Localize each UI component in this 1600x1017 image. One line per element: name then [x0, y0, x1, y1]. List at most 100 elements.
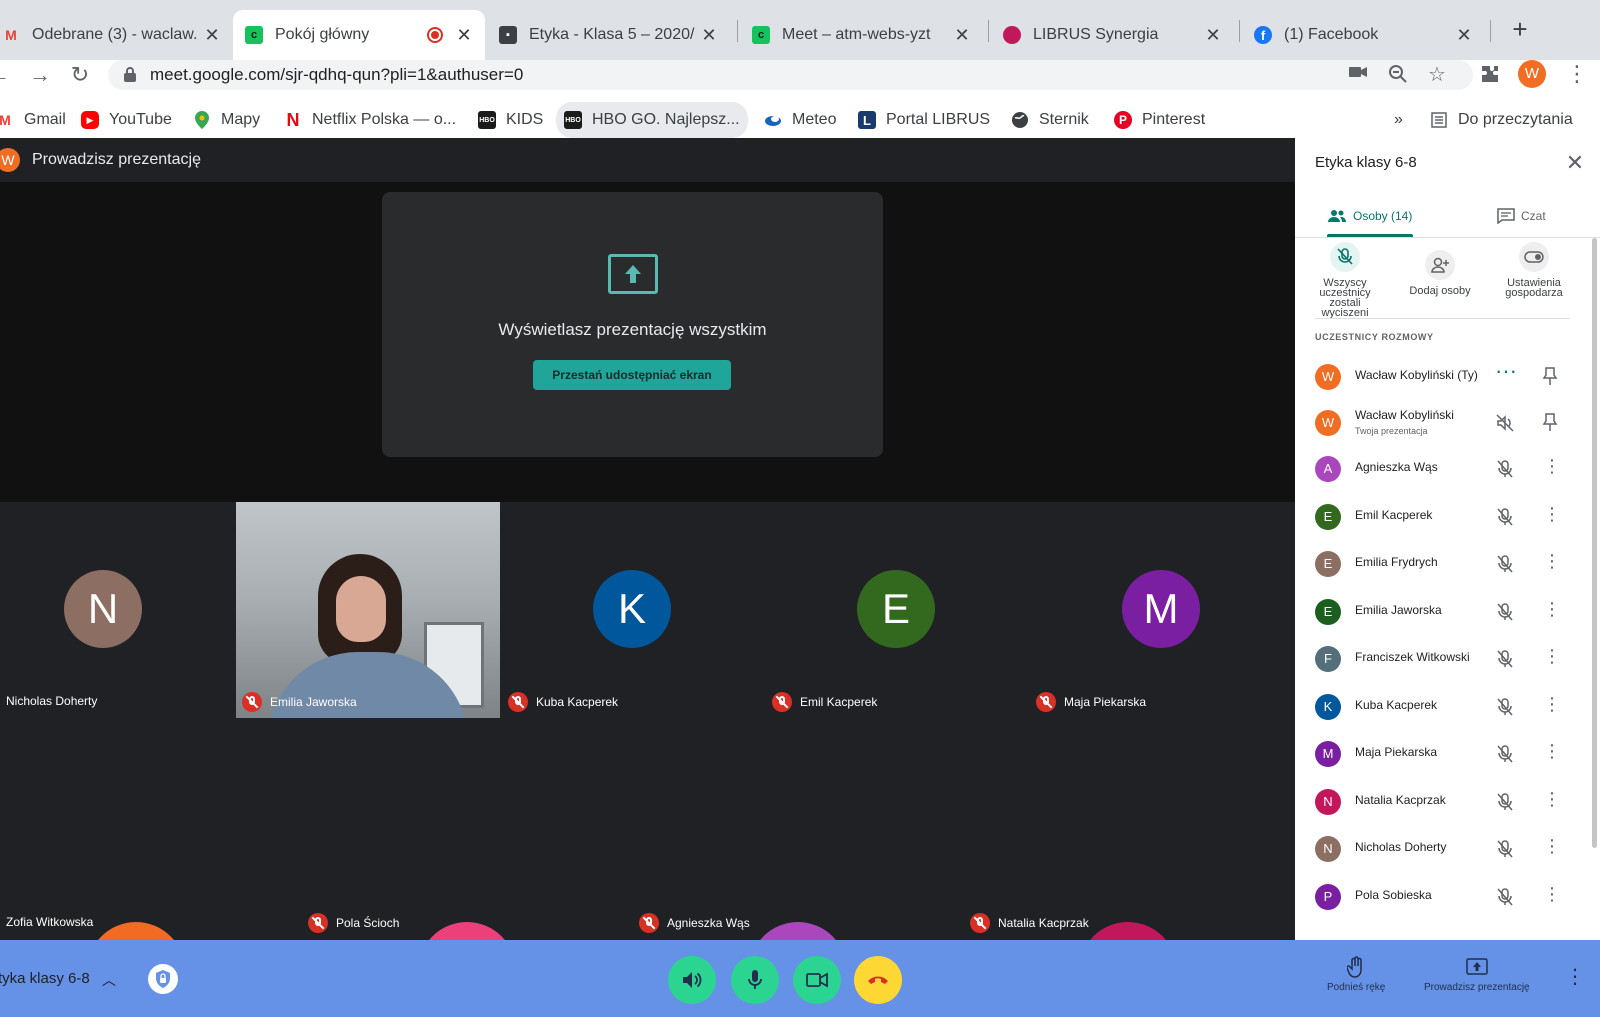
participant-list-item[interactable]: M Maja Piekarska ⋮: [1295, 731, 1585, 777]
bookmark-sternik[interactable]: Sternik: [1011, 102, 1089, 138]
star-icon[interactable]: ☆: [1428, 62, 1446, 87]
bookmark-label: Mapy: [221, 111, 261, 128]
more-options-icon[interactable]: ⋮: [1543, 694, 1561, 715]
close-tab-icon[interactable]: ✕: [455, 25, 473, 46]
participant-list-item[interactable]: E Emil Kacperek ⋮: [1295, 494, 1585, 540]
pin-icon[interactable]: [1541, 366, 1559, 386]
participant-tile[interactable]: N Nicholas Doherty: [0, 502, 258, 718]
back-icon[interactable]: ←: [0, 60, 14, 90]
tab-facebook[interactable]: f (1) Facebook ✕: [1242, 10, 1485, 60]
raise-hand-button[interactable]: Podnieś rękę: [1327, 956, 1385, 993]
participant-list-item[interactable]: F Franciszek Witkowski ⋮: [1295, 636, 1585, 682]
participant-list-item[interactable]: P Pola Sobieska ⋮: [1295, 874, 1585, 920]
participant-name: Kuba Kacperek: [1355, 697, 1438, 712]
bookmark-label: KIDS: [506, 111, 544, 128]
more-options-icon[interactable]: ⋮: [1543, 599, 1561, 620]
tab-librus[interactable]: LIBRUS Synergia ✕: [991, 10, 1234, 60]
chevron-up-icon[interactable]: ︿: [102, 970, 116, 990]
zoom-icon[interactable]: [1388, 64, 1408, 89]
participant-tile[interactable]: K Kuba Kacperek: [502, 502, 760, 718]
participant-list-item[interactable]: E Emilia Frydrych ⋮: [1295, 541, 1585, 587]
meeting-name[interactable]: tyka klasy 6-8: [0, 970, 90, 987]
bookmark-pinterest[interactable]: P Pinterest: [1114, 102, 1205, 138]
lock-icon[interactable]: [124, 67, 136, 82]
present-now-button[interactable]: Prowadzisz prezentację: [1424, 956, 1530, 993]
close-tab-icon[interactable]: ✕: [1455, 25, 1473, 46]
speaking-indicator-icon: ···: [1495, 358, 1517, 383]
bookmark-meteo[interactable]: Meteo: [764, 102, 836, 138]
more-options-icon[interactable]: ⋮: [1543, 884, 1561, 905]
tab-meet-other[interactable]: c Meet – atm-webs-yzt ✕: [740, 10, 983, 60]
bookmark-netflix[interactable]: N Netflix Polska — o...: [284, 102, 457, 138]
participant-avatar: M: [1315, 741, 1341, 767]
more-options-icon[interactable]: ⋮: [1543, 741, 1561, 762]
url-text[interactable]: meet.google.com/sjr-qdhq-qun?pli=1&authu…: [150, 65, 523, 85]
participant-list-item[interactable]: N Nicholas Doherty ⋮: [1295, 826, 1585, 872]
leave-call-button[interactable]: [854, 956, 902, 1004]
tab-chat[interactable]: Czat: [1497, 202, 1546, 230]
tab-etyka-classroom[interactable]: ▪ Etyka - Klasa 5 – 2020/ ✕: [487, 10, 730, 60]
more-options-icon[interactable]: ⋮: [1543, 456, 1561, 477]
close-tab-icon[interactable]: ✕: [700, 25, 718, 46]
participant-tile[interactable]: A: [660, 718, 990, 1017]
participant-name-row: Kuba Kacperek: [508, 692, 618, 712]
participant-tile[interactable]: E Emil Kacperek: [766, 502, 1024, 718]
muted-mic-icon: [970, 913, 990, 933]
more-options-icon[interactable]: ⋮: [1543, 789, 1561, 810]
participant-name: Wacław Kobyliński: [1355, 408, 1454, 422]
reading-list[interactable]: Do przeczytania: [1430, 102, 1573, 138]
tab-gmail[interactable]: M Odebrane (3) - waclaw. ✕: [0, 10, 233, 60]
participant-list-item[interactable]: E Emilia Jaworska ⋮: [1295, 589, 1585, 635]
chrome-menu-icon[interactable]: ⋮: [1566, 60, 1588, 88]
participant-list-item[interactable]: W Wacław Kobyliński Twoja prezentacja: [1295, 400, 1585, 446]
participant-video-feed[interactable]: Emilia Jaworska: [236, 502, 500, 718]
camera-button[interactable]: [793, 956, 841, 1004]
bookmarks-bar: M Gmail ▶ YouTube Mapy N Netflix Polska — o…: [0, 102, 1600, 138]
close-panel-icon[interactable]: ✕: [1563, 150, 1587, 176]
camera-blocked-icon[interactable]: [1348, 64, 1368, 85]
more-options-icon[interactable]: ⋮: [1543, 504, 1561, 525]
participant-tile[interactable]: M Maja Piekarska: [1030, 502, 1288, 718]
participant-avatar: K: [1315, 693, 1341, 720]
profile-avatar[interactable]: W: [1518, 60, 1546, 88]
participant-tile[interactable]: Z: [0, 718, 330, 1017]
bookmark-youtube[interactable]: ▶ YouTube: [81, 102, 172, 138]
extensions-icon[interactable]: [1480, 64, 1500, 89]
panel-scrollbar[interactable]: [1592, 238, 1597, 848]
close-tab-icon[interactable]: ✕: [203, 25, 221, 46]
participant-tile[interactable]: N: [990, 718, 1295, 1017]
more-options-icon[interactable]: ⋮: [1565, 964, 1585, 989]
address-bar[interactable]: meet.google.com/sjr-qdhq-qun?pli=1&authu…: [108, 60, 1473, 90]
host-settings-button[interactable]: Ustawienia gospodarza: [1494, 242, 1574, 299]
add-people-button[interactable]: Dodaj osoby: [1400, 250, 1480, 297]
mic-off-icon: [1495, 792, 1515, 812]
participant-list-item[interactable]: W Wacław Kobyliński (Ty) ···: [1295, 354, 1585, 400]
bookmark-maps[interactable]: Mapy: [193, 102, 260, 138]
participant-list-item[interactable]: A Agnieszka Wąs ⋮: [1295, 446, 1585, 492]
participant-list-item[interactable]: K Kuba Kacperek ⋮: [1295, 684, 1585, 730]
new-tab-icon[interactable]: +: [1505, 14, 1535, 45]
reload-icon[interactable]: ↻: [65, 60, 95, 90]
bookmark-gmail[interactable]: M Gmail: [0, 102, 66, 138]
close-tab-icon[interactable]: ✕: [953, 25, 971, 46]
meeting-safety-icon[interactable]: [148, 964, 178, 994]
more-options-icon[interactable]: ⋮: [1543, 836, 1561, 857]
tab-meet-main-room[interactable]: c Pokój główny ✕: [233, 10, 485, 60]
tab-people[interactable]: Osoby (14): [1327, 202, 1412, 230]
bookmark-portal-librus[interactable]: L Portal LIBRUS: [858, 102, 990, 138]
globe-icon: [1011, 111, 1029, 129]
participant-tile[interactable]: P: [330, 718, 660, 1017]
close-tab-icon[interactable]: ✕: [1204, 25, 1222, 46]
mute-all-status[interactable]: Wszyscy uczestnicy zostali wyciszeni: [1305, 242, 1385, 319]
more-options-icon[interactable]: ⋮: [1543, 551, 1561, 572]
bookmark-hbo-go[interactable]: HBO HBO GO. Najlepsz...: [556, 102, 748, 138]
bookmarks-overflow[interactable]: »: [1394, 102, 1403, 138]
pin-icon[interactable]: [1541, 412, 1559, 432]
stop-sharing-button[interactable]: Przestań udostępniać ekran: [533, 360, 731, 390]
forward-icon[interactable]: →: [25, 60, 55, 90]
speaker-button[interactable]: [668, 956, 716, 1004]
bookmark-kids[interactable]: HBO KIDS: [478, 102, 543, 138]
microphone-button[interactable]: [731, 956, 779, 1004]
participant-list-item[interactable]: N Natalia Kacprzak ⋮: [1295, 779, 1585, 825]
more-options-icon[interactable]: ⋮: [1543, 646, 1561, 667]
